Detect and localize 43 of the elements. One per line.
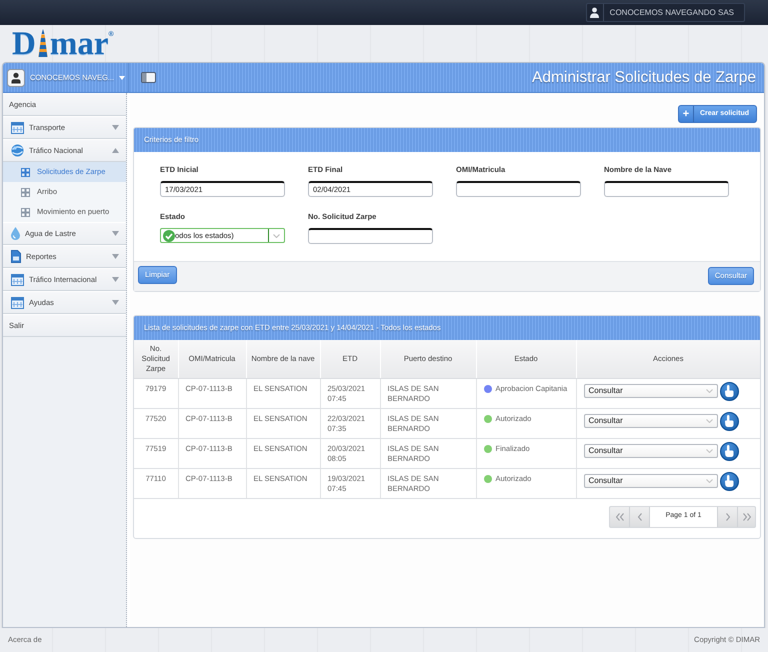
- water-drop-icon: [11, 227, 20, 240]
- go-button[interactable]: [720, 442, 738, 460]
- grid-icon: [21, 208, 30, 216]
- input-field[interactable]: [604, 181, 729, 197]
- go-button[interactable]: [720, 382, 738, 400]
- logo-text: D: [12, 28, 36, 58]
- sidebar-toggle-icon[interactable]: [141, 72, 156, 83]
- check-icon: [163, 230, 175, 242]
- pointer-hand-icon: [724, 415, 734, 427]
- pointer-hand-icon: [724, 475, 734, 487]
- page-title: Administrar Solicitudes de Zarpe: [531, 68, 757, 88]
- input-field[interactable]: [456, 181, 581, 197]
- double-chevron-left-icon: [616, 512, 624, 520]
- calendar-icon: [11, 274, 24, 286]
- action-select[interactable]: Consultar: [584, 384, 718, 398]
- chevron-right-icon: [724, 512, 732, 520]
- grid-icon: [21, 168, 30, 176]
- chevron-down-icon: [273, 234, 280, 238]
- action-select[interactable]: Consultar: [584, 444, 718, 458]
- lighthouse-icon: [36, 28, 49, 56]
- person-icon: [590, 7, 600, 18]
- pointer-hand-icon: [724, 445, 734, 457]
- chevron-down-icon: [706, 389, 712, 393]
- double-chevron-right-icon: [742, 512, 750, 520]
- action-select[interactable]: Consultar: [584, 414, 718, 428]
- calendar-icon: [11, 122, 24, 134]
- globe-icon: [11, 144, 24, 157]
- go-button[interactable]: [720, 412, 738, 430]
- document-icon: [11, 250, 21, 263]
- action-select[interactable]: Consultar: [584, 474, 718, 488]
- chevron-down-icon: [706, 449, 712, 453]
- go-button[interactable]: [720, 472, 738, 490]
- input-field[interactable]: [308, 228, 433, 244]
- chevron-left-icon: [636, 512, 644, 520]
- logo-text: mar: [50, 28, 108, 58]
- pointer-hand-icon: [724, 385, 734, 397]
- chevron-down-icon: [706, 419, 712, 423]
- calendar-icon: [11, 296, 24, 308]
- avatar-icon: [7, 68, 25, 86]
- chevron-down-icon: [706, 479, 712, 483]
- grid-icon: [21, 188, 30, 196]
- user-menu-button[interactable]: CONOCEMOS NAVEGANDO SAS: [586, 3, 745, 22]
- caret-down-icon: [119, 76, 126, 80]
